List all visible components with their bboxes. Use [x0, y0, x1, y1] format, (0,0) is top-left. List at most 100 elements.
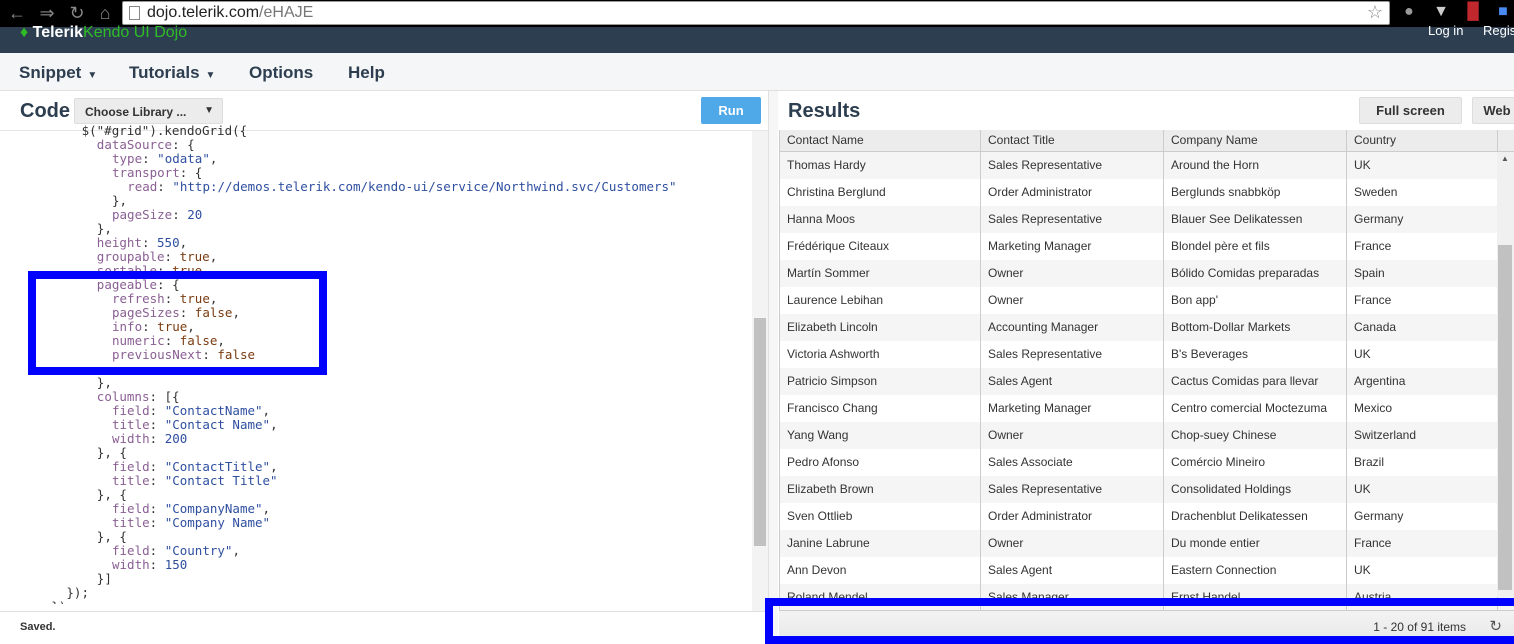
- table-row[interactable]: Elizabeth Brown Sales Representative Conso…: [780, 476, 1514, 503]
- results-grid: Contact Name Contact Title Company Name …: [779, 130, 1514, 610]
- run-button[interactable]: Run: [701, 97, 761, 124]
- code-token: "ContactTitle": [164, 459, 271, 474]
- code-line: type: "odata",: [36, 152, 752, 166]
- table-cell: Sven Ottlieb: [780, 503, 981, 530]
- table-row[interactable]: Laurence Lebihan Owner Bon app' France: [780, 287, 1514, 314]
- code-token: 150: [164, 557, 188, 572]
- table-row[interactable]: Martín Sommer Owner Bólido Comidas prepara…: [780, 260, 1514, 287]
- translate-extension-icon[interactable]: ■: [1492, 3, 1514, 23]
- address-bar[interactable]: dojo.telerik.com/eHAJE ☆: [122, 1, 1390, 25]
- table-row[interactable]: Sven Ottlieb Order Administrator Drachenbl…: [780, 503, 1514, 530]
- code-token: }, {: [96, 529, 127, 544]
- table-cell: Cactus Comidas para llevar: [1164, 368, 1347, 395]
- menu-snippet[interactable]: Snippet ▼: [19, 63, 97, 83]
- table-cell: Comércio Mineiro: [1164, 449, 1347, 476]
- pocket-extension-icon[interactable]: ▼: [1430, 3, 1452, 23]
- table-row[interactable]: Christina Berglund Order Administrator Ber…: [780, 179, 1514, 206]
- column-header-country[interactable]: Country: [1347, 130, 1498, 151]
- table-row[interactable]: Victoria Ashworth Sales Representative B's…: [780, 341, 1514, 368]
- table-cell: Elizabeth Lincoln: [780, 314, 981, 341]
- code-line: },: [36, 222, 752, 236]
- code-token: ,: [232, 543, 240, 558]
- menu-help[interactable]: Help: [348, 63, 385, 83]
- table-row[interactable]: Hanna Moos Sales Representative Blauer See…: [780, 206, 1514, 233]
- column-header-contact-name[interactable]: Contact Name: [780, 130, 981, 151]
- table-cell: France: [1347, 233, 1498, 260]
- table-cell: Order Administrator: [981, 503, 1164, 530]
- code-token: : [{: [149, 389, 180, 404]
- table-cell: Sales Representative: [981, 341, 1164, 368]
- table-row[interactable]: Yang Wang Owner Chop-suey Chinese Switzerla…: [780, 422, 1514, 449]
- table-cell: UK: [1347, 557, 1498, 584]
- menu-options[interactable]: Options: [249, 63, 313, 83]
- table-cell: Marketing Manager: [981, 233, 1164, 260]
- table-cell: Centro comercial Moctezuma: [1164, 395, 1347, 422]
- forward-arrow-icon[interactable]: ⇒: [36, 3, 58, 24]
- table-row[interactable]: Pedro Afonso Sales Associate Comércio Mine…: [780, 449, 1514, 476]
- home-icon[interactable]: ⌂: [94, 3, 116, 24]
- telerik-logo[interactable]: ♦ TelerikKendo UI Dojo: [20, 24, 187, 42]
- code-line: },: [36, 376, 752, 390]
- table-row[interactable]: Frédérique Citeaux Marketing Manager Blond…: [780, 233, 1514, 260]
- code-token: ,: [209, 249, 218, 264]
- login-link[interactable]: Log in: [1428, 23, 1463, 38]
- code-token: type: [112, 151, 143, 166]
- table-cell: Canada: [1347, 314, 1498, 341]
- code-token: 200: [164, 431, 188, 446]
- web-button[interactable]: Web: [1472, 97, 1514, 124]
- table-row[interactable]: Patricio Simpson Sales Agent Cactus Comida…: [780, 368, 1514, 395]
- bookmark-extension-icon[interactable]: █: [1462, 3, 1484, 23]
- table-cell: Owner: [981, 530, 1164, 557]
- reload-icon[interactable]: ↻: [66, 3, 88, 24]
- code-token: :: [164, 249, 180, 264]
- user-profile-icon[interactable]: ●: [1398, 3, 1420, 23]
- code-token: width: [112, 431, 150, 446]
- code-line: field: "ContactName",: [36, 404, 752, 418]
- table-row[interactable]: Elizabeth Lincoln Accounting Manager Botto…: [780, 314, 1514, 341]
- code-line: width: 150: [36, 558, 752, 572]
- caret-down-icon: ▼: [205, 70, 216, 81]
- register-link[interactable]: Register: [1483, 23, 1514, 38]
- table-cell: Sales Representative: [981, 476, 1164, 503]
- table-cell: Eastern Connection: [1164, 557, 1347, 584]
- bookmark-star-icon[interactable]: ☆: [1367, 2, 1383, 23]
- column-header-contact-title[interactable]: Contact Title: [981, 130, 1164, 151]
- table-cell: Blauer See Delikatessen: [1164, 206, 1347, 233]
- table-cell: Spain: [1347, 260, 1498, 287]
- grid-scrollbar-thumb[interactable]: [1498, 245, 1512, 590]
- code-token: pageSize: [112, 207, 173, 222]
- back-arrow-icon[interactable]: ←: [6, 3, 28, 24]
- code-line: }, {: [36, 530, 752, 544]
- code-token: :: [157, 179, 173, 194]
- table-row[interactable]: Ann Devon Sales Agent Eastern Connection UK: [780, 557, 1514, 584]
- table-row[interactable]: Francisco Chang Marketing Manager Centro c…: [780, 395, 1514, 422]
- panel-splitter[interactable]: [768, 91, 778, 644]
- full-screen-button[interactable]: Full screen: [1359, 97, 1462, 124]
- table-cell: Around the Horn: [1164, 152, 1347, 179]
- code-line: }]: [36, 572, 752, 586]
- table-cell: Owner: [981, 287, 1164, 314]
- code-token: true: [179, 249, 210, 264]
- code-token: :: [149, 417, 165, 432]
- code-line: pageSize: 20: [36, 208, 752, 222]
- code-token: :: [149, 459, 165, 474]
- code-token: :: [149, 403, 165, 418]
- menu-tutorials[interactable]: Tutorials ▼: [129, 63, 215, 83]
- code-token: :: [142, 151, 158, 166]
- code-line: columns: [{: [36, 390, 752, 404]
- table-cell: Sales Representative: [981, 152, 1164, 179]
- table-cell: Du monde entier: [1164, 530, 1347, 557]
- table-row[interactable]: Janine Labrune Owner Du monde entier France: [780, 530, 1514, 557]
- code-token: $("#grid").kendoGrid({: [81, 124, 248, 138]
- code-scrollbar-thumb[interactable]: [754, 318, 766, 546]
- code-token: :: [149, 473, 165, 488]
- table-cell: France: [1347, 287, 1498, 314]
- code-token: title: [112, 473, 150, 488]
- column-header-company-name[interactable]: Company Name: [1164, 130, 1347, 151]
- choose-library-select[interactable]: Choose Library ... ▼: [74, 98, 223, 124]
- url-host: dojo.telerik.com: [147, 4, 260, 21]
- table-row[interactable]: Thomas Hardy Sales Representative Around t…: [780, 152, 1514, 179]
- code-line: });: [36, 600, 752, 605]
- code-token: ,: [209, 151, 218, 166]
- table-cell: UK: [1347, 341, 1498, 368]
